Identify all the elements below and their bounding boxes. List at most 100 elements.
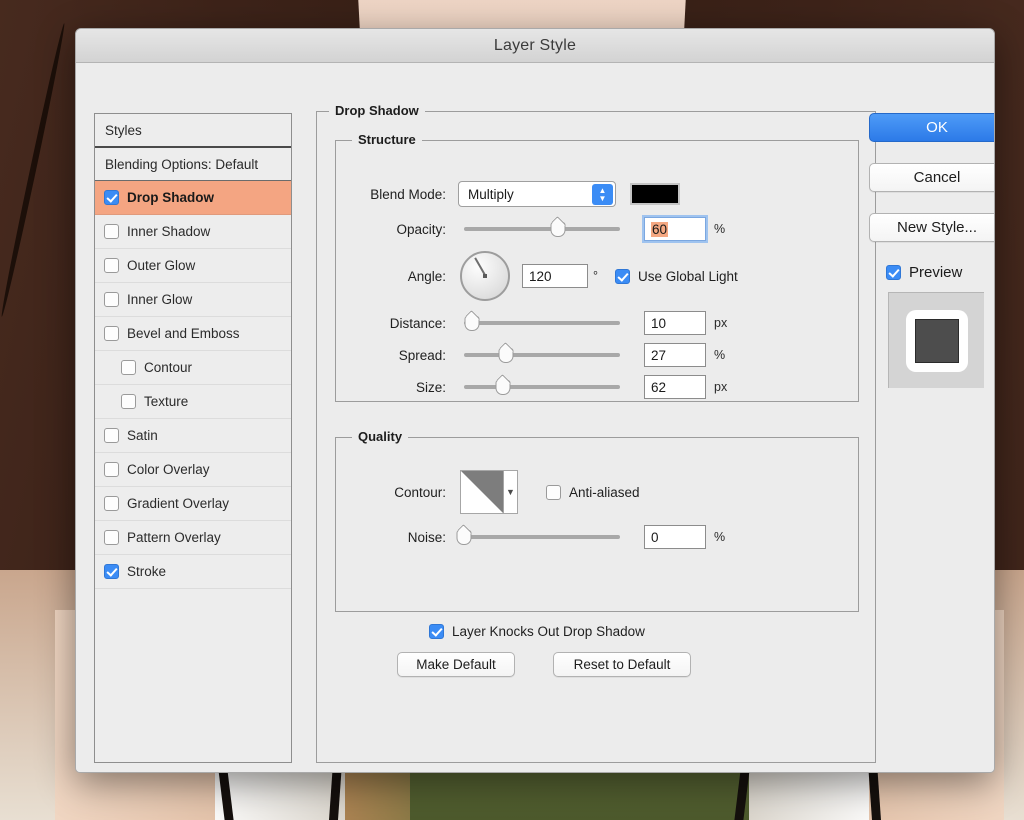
chevron-down-icon[interactable]: ▼: [504, 471, 517, 513]
contour-preset-picker[interactable]: ▼: [460, 470, 518, 514]
size-slider-track: [464, 385, 620, 389]
opacity-slider[interactable]: [464, 220, 620, 238]
sidebar-item-inner-shadow[interactable]: Inner Shadow: [95, 215, 291, 249]
style-preview-thumbnail: [888, 292, 984, 388]
blend-mode-select[interactable]: Multiply ▲ ▼: [458, 181, 616, 207]
cancel-button[interactable]: Cancel: [869, 163, 994, 192]
make-default-button[interactable]: Make Default: [397, 652, 515, 677]
quality-legend: Quality: [352, 429, 409, 444]
spread-slider[interactable]: [464, 346, 620, 364]
sidebar-item-contour[interactable]: Contour: [95, 351, 291, 385]
sidebar-item-label: Color Overlay: [127, 462, 210, 477]
new-style-button[interactable]: New Style...: [869, 213, 994, 242]
noise-value: 0: [651, 529, 659, 545]
layer-knocks-out-row: Layer Knocks Out Drop Shadow: [429, 624, 645, 639]
size-row: Size: 62 px: [352, 375, 727, 399]
sidebar-item-label: Gradient Overlay: [127, 496, 230, 511]
effect-toggle-checkbox[interactable]: [104, 530, 119, 545]
effect-toggle-checkbox[interactable]: [104, 224, 119, 239]
dialog-body: Styles Blending Options: Default Drop Sh…: [76, 63, 994, 772]
spread-slider-knob[interactable]: [498, 348, 514, 363]
preview-checkbox[interactable]: [886, 265, 901, 280]
effect-toggle-checkbox[interactable]: [104, 292, 119, 307]
sidebar-item-color-overlay[interactable]: Color Overlay: [95, 453, 291, 487]
sidebar-item-texture[interactable]: Texture: [95, 385, 291, 419]
sidebar-item-label: Inner Glow: [127, 292, 193, 307]
dialog-titlebar[interactable]: Layer Style: [76, 29, 994, 63]
angle-value: 120: [529, 268, 552, 284]
blend-mode-value: Multiply: [468, 186, 514, 202]
dialog-actions: OK Cancel New Style... Preview: [869, 113, 994, 388]
sidebar-item-gradient-overlay[interactable]: Gradient Overlay: [95, 487, 291, 521]
quality-group: Quality Contour: ▼ Anti-aliased Noise: 0…: [335, 429, 859, 612]
opacity-unit: %: [714, 222, 726, 236]
distance-label: Distance:: [389, 315, 446, 331]
effect-toggle-checkbox[interactable]: [104, 428, 119, 443]
styles-list-header[interactable]: Styles: [95, 114, 291, 148]
effect-toggle-checkbox[interactable]: [121, 394, 136, 409]
sidebar-item-label: Inner Shadow: [127, 224, 211, 239]
noise-row: Noise: 0 %: [352, 525, 725, 549]
sidebar-item-label: Texture: [144, 394, 189, 409]
use-global-light-checkbox[interactable]: [615, 268, 630, 284]
contour-row: Contour: ▼ Anti-aliased: [352, 470, 640, 514]
spread-value: 27: [651, 347, 667, 363]
effect-toggle-checkbox[interactable]: [104, 258, 119, 273]
distance-value: 10: [651, 315, 667, 331]
sidebar-item-label: Stroke: [127, 564, 167, 579]
noise-slider-knob[interactable]: [456, 530, 472, 545]
sidebar-item-label: Bevel and Emboss: [127, 326, 240, 341]
styles-list-rows: Drop Shadow Inner Shadow Outer Glow Inner G…: [95, 181, 291, 589]
spread-slider-track: [464, 353, 620, 357]
opacity-input[interactable]: 60: [642, 215, 708, 243]
distance-slider-knob[interactable]: [464, 316, 480, 331]
size-slider-knob[interactable]: [495, 380, 511, 395]
distance-slider-track: [464, 321, 620, 325]
spread-input[interactable]: 27: [644, 343, 706, 367]
layer-knocks-out-label: Layer Knocks Out Drop Shadow: [452, 624, 645, 639]
effect-toggle-checkbox[interactable]: [104, 190, 119, 205]
sidebar-item-drop-shadow[interactable]: Drop Shadow: [95, 181, 291, 215]
sidebar-item-pattern-overlay[interactable]: Pattern Overlay: [95, 521, 291, 555]
reset-to-default-button[interactable]: Reset to Default: [553, 652, 691, 677]
size-slider[interactable]: [464, 378, 620, 396]
spread-label: Spread:: [398, 347, 446, 363]
layer-knocks-out-checkbox[interactable]: [429, 624, 444, 639]
sidebar-item-label: Contour: [144, 360, 193, 375]
angle-input[interactable]: 120: [522, 264, 588, 288]
sidebar-item-bevel-and-emboss[interactable]: Bevel and Emboss: [95, 317, 291, 351]
distance-input[interactable]: 10: [644, 311, 706, 335]
angle-dial-center: [483, 274, 487, 278]
noise-input[interactable]: 0: [644, 525, 706, 549]
opacity-slider-knob[interactable]: [550, 222, 566, 237]
ok-button[interactable]: OK: [869, 113, 994, 142]
sidebar-item-outer-glow[interactable]: Outer Glow: [95, 249, 291, 283]
styles-list-panel: Styles Blending Options: Default Drop Sh…: [94, 113, 292, 763]
noise-slider[interactable]: [456, 528, 620, 546]
chevron-updown-icon[interactable]: ▲ ▼: [592, 184, 613, 205]
effect-toggle-checkbox[interactable]: [104, 496, 119, 511]
shadow-color-swatch[interactable]: [630, 183, 680, 205]
size-value: 62: [651, 379, 667, 395]
effect-toggle-checkbox[interactable]: [104, 326, 119, 341]
sidebar-item-inner-glow[interactable]: Inner Glow: [95, 283, 291, 317]
contour-curve-icon: [461, 471, 504, 513]
opacity-label: Opacity:: [396, 221, 446, 237]
effect-toggle-checkbox[interactable]: [104, 462, 119, 477]
angle-dial[interactable]: [460, 251, 510, 301]
effect-toggle-checkbox[interactable]: [104, 564, 119, 579]
sidebar-item-blending-options[interactable]: Blending Options: Default: [95, 148, 291, 181]
distance-slider[interactable]: [464, 314, 620, 332]
sidebar-item-stroke[interactable]: Stroke: [95, 555, 291, 589]
angle-label: Angle:: [407, 268, 446, 284]
effect-toggle-checkbox[interactable]: [121, 360, 136, 375]
spread-unit: %: [714, 348, 726, 362]
size-input[interactable]: 62: [644, 375, 706, 399]
opacity-value: 60: [651, 221, 669, 237]
drop-shadow-title: Drop Shadow: [329, 103, 425, 118]
sidebar-item-satin[interactable]: Satin: [95, 419, 291, 453]
anti-aliased-checkbox[interactable]: [546, 484, 561, 500]
blend-mode-row: Blend Mode: Multiply ▲ ▼: [352, 181, 680, 207]
opacity-slider-track: [464, 227, 620, 231]
noise-label: Noise:: [407, 529, 446, 545]
